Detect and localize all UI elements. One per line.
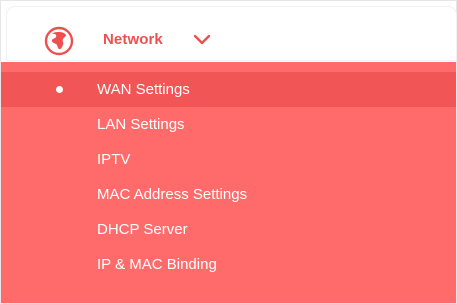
network-submenu: WAN Settings LAN Settings IPTV MAC Addre… [1, 62, 456, 303]
menu-item-label[interactable]: DHCP Server [97, 221, 188, 238]
menu-item-label[interactable]: IPTV [97, 151, 130, 168]
menu-item-label[interactable]: LAN Settings [97, 116, 185, 133]
chevron-down-icon[interactable] [193, 34, 211, 46]
menu-item-dhcp-server[interactable]: DHCP Server [1, 212, 456, 247]
menu-item-mac-address-settings[interactable]: MAC Address Settings [1, 177, 456, 212]
menu-item-label[interactable]: IP & MAC Binding [97, 256, 217, 273]
menu-item-label[interactable]: MAC Address Settings [97, 186, 247, 203]
network-header-card[interactable]: Network [7, 7, 456, 60]
network-title[interactable]: Network [103, 31, 163, 48]
menu-item-wan-settings[interactable]: WAN Settings [1, 72, 456, 107]
globe-icon [44, 26, 74, 56]
sidebar-panel: Network WAN Settings LAN Settings IPTV M… [0, 0, 457, 304]
active-indicator-dot [56, 86, 63, 93]
network-section-header[interactable]: Network [1, 1, 456, 62]
menu-item-lan-settings[interactable]: LAN Settings [1, 107, 456, 142]
menu-item-iptv[interactable]: IPTV [1, 142, 456, 177]
menu-item-ip-mac-binding[interactable]: IP & MAC Binding [1, 247, 456, 282]
menu-item-label[interactable]: WAN Settings [97, 81, 190, 98]
